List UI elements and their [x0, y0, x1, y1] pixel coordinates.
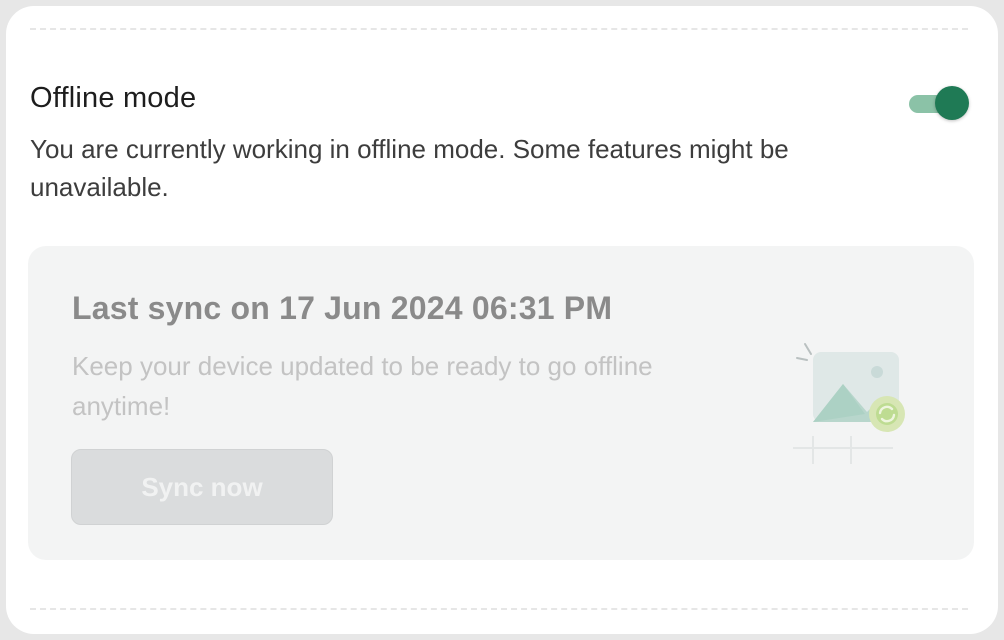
offline-settings-card: Offline mode You are currently working i…: [6, 6, 998, 634]
sync-panel: Last sync on 17 Jun 2024 06:31 PM Keep y…: [28, 246, 974, 560]
bottom-divider: [30, 608, 968, 610]
top-divider: [30, 28, 968, 30]
last-sync-title: Last sync on 17 Jun 2024 06:31 PM: [72, 290, 613, 326]
offline-mode-toggle[interactable]: [909, 86, 969, 120]
toggle-knob: [935, 86, 969, 120]
image-sync-icon: [773, 336, 913, 476]
offline-mode-description: You are currently working in offline mod…: [30, 134, 789, 202]
offline-mode-title: Offline mode: [30, 82, 197, 114]
sync-description: Keep your device updated to be ready to …: [72, 351, 653, 421]
sync-now-button[interactable]: Sync now: [71, 449, 333, 525]
